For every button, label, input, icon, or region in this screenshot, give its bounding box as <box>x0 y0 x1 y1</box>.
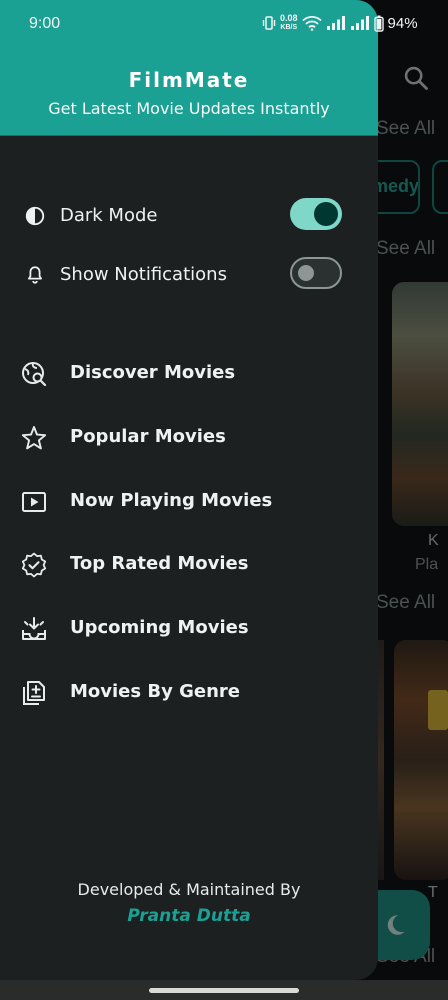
dark-mode-setting[interactable]: Dark Mode <box>24 196 344 236</box>
status-bar: 9:00 0.08 KB/S 94% <box>0 0 448 50</box>
nav-item-now-playing-movies[interactable]: Now Playing Movies <box>20 478 360 526</box>
home-gesture-handle[interactable] <box>149 988 299 993</box>
network-speed: 0.08 KB/S <box>280 14 298 32</box>
dark-mode-switch[interactable] <box>290 198 342 230</box>
wifi-icon <box>301 16 322 31</box>
nav-item-label: Discover Movies <box>70 362 236 383</box>
nav-item-label: Movies By Genre <box>70 681 240 702</box>
switch-knob <box>298 265 314 281</box>
nav-item-movies-by-genre[interactable]: Movies By Genre <box>20 669 360 717</box>
nav-item-top-rated-movies[interactable]: Top Rated Movies <box>20 541 360 589</box>
signal-icon <box>326 16 345 30</box>
battery-icon <box>373 15 384 32</box>
inbox-download-icon <box>22 617 46 640</box>
nav-item-label: Upcoming Movies <box>70 617 249 638</box>
network-speed-unit: KB/S <box>280 24 298 31</box>
notifications-switch[interactable] <box>290 257 342 289</box>
status-time: 9:00 <box>29 15 61 32</box>
developer-name-link[interactable]: Pranta Dutta <box>0 906 378 926</box>
app-tagline: Get Latest Movie Updates Instantly <box>48 99 330 118</box>
battery-percent: 94% <box>387 14 418 32</box>
status-icons: 0.08 KB/S 94% <box>262 14 418 32</box>
verified-badge-icon <box>21 552 47 578</box>
developer-credit-label: Developed & Maintained By <box>77 880 301 899</box>
nav-item-popular-movies[interactable]: Popular Movies <box>20 414 360 462</box>
play-box-icon <box>22 492 46 512</box>
nav-item-label: Top Rated Movies <box>70 553 249 574</box>
travel-explore-icon <box>22 362 47 387</box>
nav-item-discover-movies[interactable]: Discover Movies <box>20 350 360 398</box>
signal-icon <box>350 16 369 30</box>
dark-mode-label: Dark Mode <box>60 205 158 226</box>
library-add-icon <box>23 681 45 705</box>
bell-icon <box>27 266 43 284</box>
notifications-label: Show Notifications <box>60 264 227 285</box>
nav-item-label: Now Playing Movies <box>70 490 273 511</box>
notifications-setting[interactable]: Show Notifications <box>24 255 344 295</box>
app-name: FilmMate <box>128 68 250 92</box>
switch-knob <box>314 202 338 226</box>
navigation-drawer: FilmMate Get Latest Movie Updates Instan… <box>0 0 378 980</box>
system-navigation-bar <box>0 980 448 1000</box>
nav-item-upcoming-movies[interactable]: Upcoming Movies <box>20 605 360 653</box>
network-speed-value: 0.08 <box>280 13 298 23</box>
star-outline-icon <box>21 426 47 450</box>
vibrate-icon <box>262 16 276 30</box>
contrast-icon <box>25 206 45 226</box>
nav-item-label: Popular Movies <box>70 426 226 447</box>
